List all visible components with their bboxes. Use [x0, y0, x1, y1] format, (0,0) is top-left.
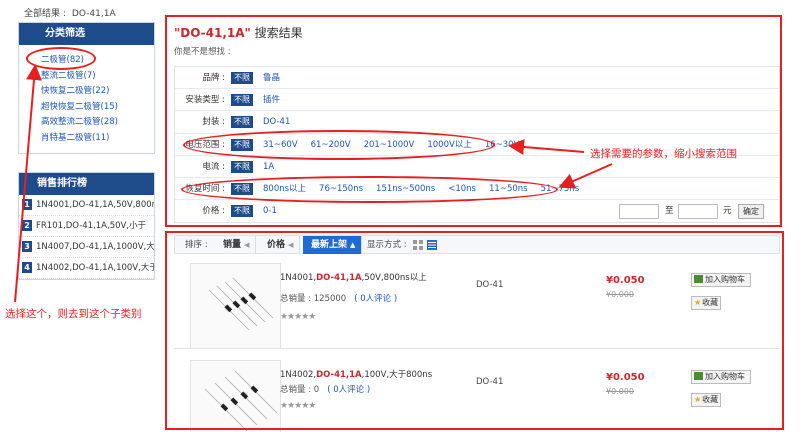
ranking-item-label[interactable]: 1N4002,DO-41,1A,100V,大于 [36, 263, 154, 273]
ranking-item-label[interactable]: FR101,DO-41,1A,50V,小于 [36, 221, 146, 231]
rank-number: 4 [22, 262, 32, 273]
category-link[interactable]: 快恢复二极管(22) [41, 84, 154, 100]
annotation-note-filters: 选择需要的参数，缩小搜索范围 [590, 148, 737, 160]
category-filter-title: 分类筛选 [19, 23, 154, 45]
rank-number: 2 [22, 220, 32, 231]
breadcrumb-value: DO-41,1A [71, 9, 116, 19]
category-link[interactable]: 超快恢复二极管(15) [41, 100, 154, 116]
category-link[interactable]: 高效整流二极管(28) [41, 115, 154, 131]
ranking-item-label[interactable]: 1N4007,DO-41,1A,1000V,大于 [36, 242, 154, 252]
sales-ranking-panel: 销售排行榜 1 1N4001,DO-41,1A,50V,800ns以 2 FR101… [18, 172, 155, 280]
annotation-ellipse-voltage [183, 130, 495, 160]
annotation-box-products [165, 231, 784, 430]
ranking-item[interactable]: 1 1N4001,DO-41,1A,50V,800ns以 [19, 195, 154, 216]
category-link[interactable]: 整流二极管(7) [41, 69, 154, 85]
ranking-item[interactable]: 2 FR101,DO-41,1A,50V,小于 [19, 216, 154, 237]
rank-number: 1 [22, 199, 32, 210]
annotation-note-category: 选择这个，则去到这个子类别 [5, 308, 142, 320]
ranking-item[interactable]: 4 1N4002,DO-41,1A,100V,大于 [19, 258, 154, 279]
sales-ranking-title: 销售排行榜 [19, 173, 154, 195]
breadcrumb: 全部结果 : DO-41,1A [24, 6, 122, 19]
annotation-ellipse-recovery [181, 176, 558, 203]
category-filter-panel: 分类筛选 二极管(82) 整流二极管(7) 快恢复二极管(22) 超快恢复二极管… [18, 22, 155, 154]
rank-number: 3 [22, 241, 32, 252]
annotation-ellipse-category [26, 47, 96, 70]
ranking-item-label[interactable]: 1N4001,DO-41,1A,50V,800ns以 [36, 200, 154, 210]
ranking-item[interactable]: 3 1N4007,DO-41,1A,1000V,大于 [19, 237, 154, 258]
breadcrumb-label: 全部结果 : [24, 9, 66, 19]
category-link[interactable]: 肖特基二极管(11) [41, 131, 154, 147]
